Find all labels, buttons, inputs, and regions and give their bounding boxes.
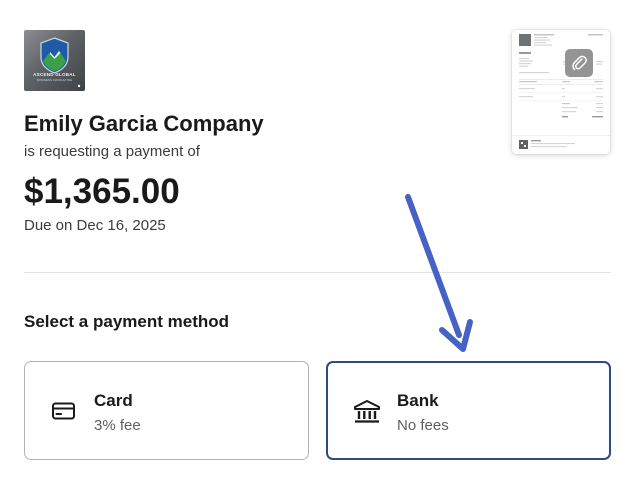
logo-tagline: BUSINESS CONSULTING	[36, 78, 73, 82]
card-method-label: Card	[94, 391, 133, 410]
paperclip-icon	[572, 55, 587, 71]
logo-wordmark: ASCEND GLOBAL	[33, 72, 76, 77]
section-divider	[24, 272, 611, 273]
payment-method-bank[interactable]: Bank No fees	[326, 361, 611, 460]
attachment-badge	[565, 49, 593, 77]
merchant-name: Emily Garcia Company	[24, 111, 264, 136]
invoice-preview-thumbnail[interactable]	[512, 30, 610, 154]
bank-icon	[353, 399, 380, 423]
request-description: is requesting a payment of	[24, 143, 200, 160]
bank-method-label: Bank	[397, 391, 439, 410]
credit-card-icon	[51, 399, 77, 423]
due-date: Due on Dec 16, 2025	[24, 217, 166, 234]
bank-method-fee: No fees	[397, 417, 449, 434]
merchant-logo: ASCEND GLOBAL BUSINESS CONSULTING	[24, 30, 85, 91]
payment-method-heading: Select a payment method	[24, 312, 230, 331]
payment-method-card[interactable]: Card 3% fee	[24, 361, 309, 460]
card-method-fee: 3% fee	[94, 417, 141, 434]
payment-amount: $1,365.00	[24, 172, 180, 211]
invoice-document-preview	[512, 34, 610, 149]
